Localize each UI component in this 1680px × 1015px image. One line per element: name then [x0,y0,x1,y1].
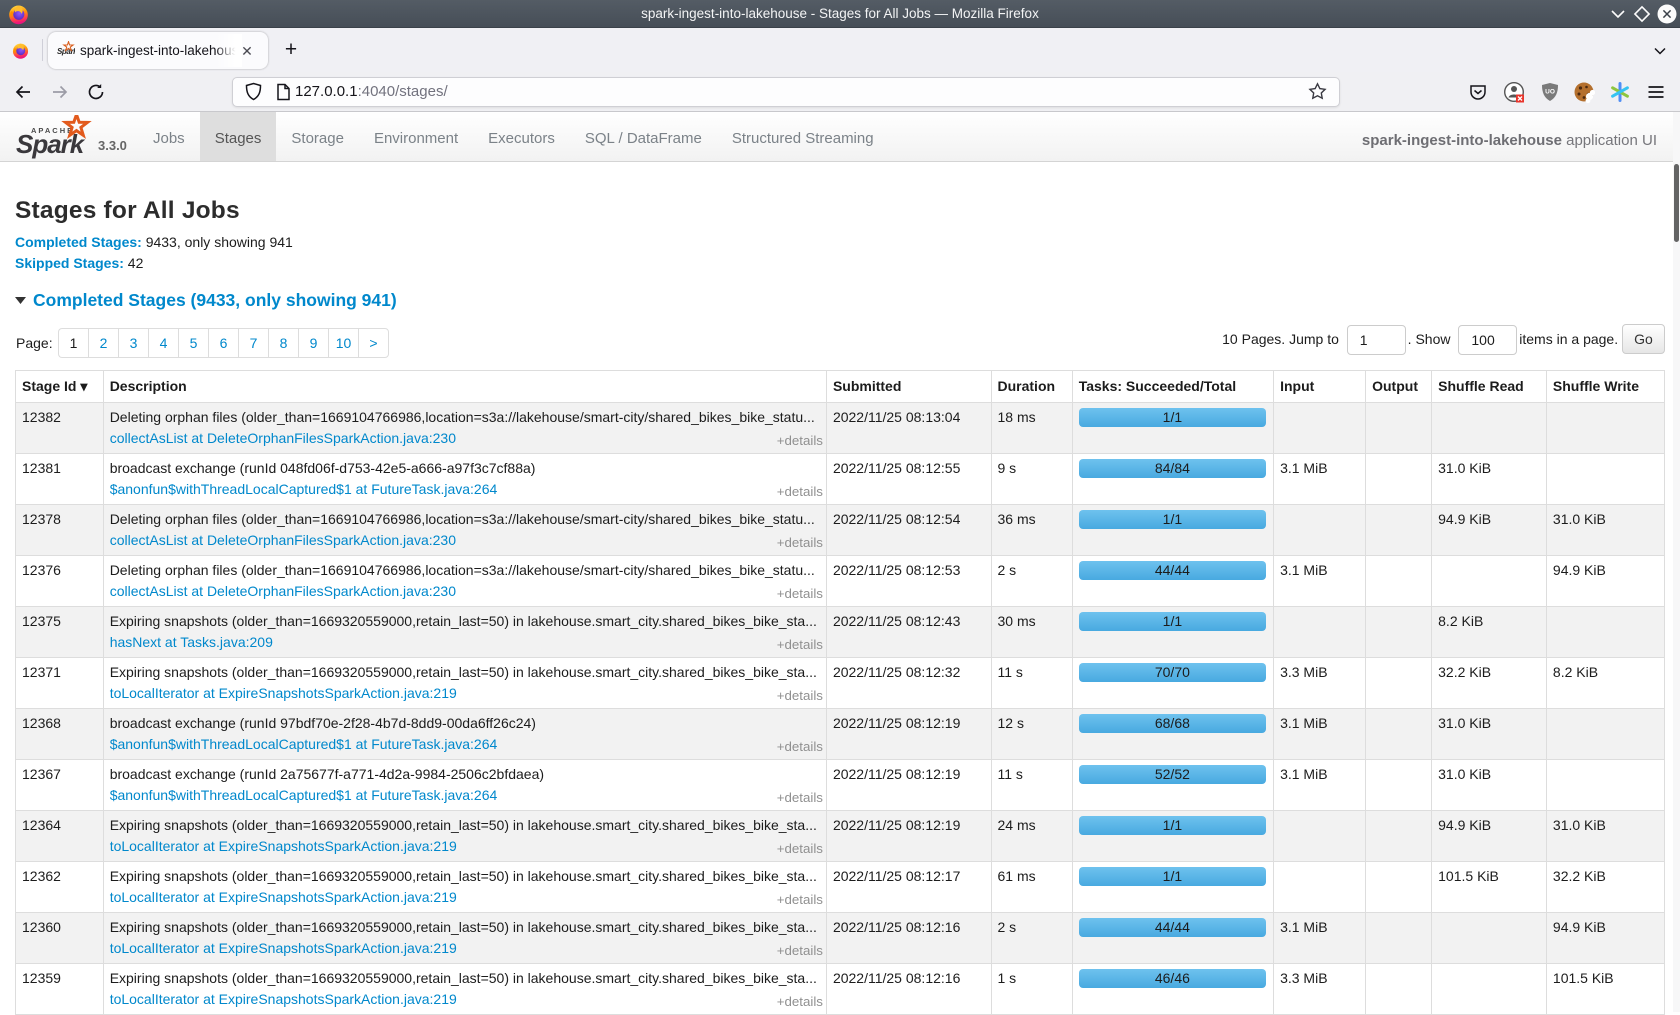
svg-text:UO: UO [1545,89,1555,96]
svg-text:Spark: Spark [16,129,86,159]
